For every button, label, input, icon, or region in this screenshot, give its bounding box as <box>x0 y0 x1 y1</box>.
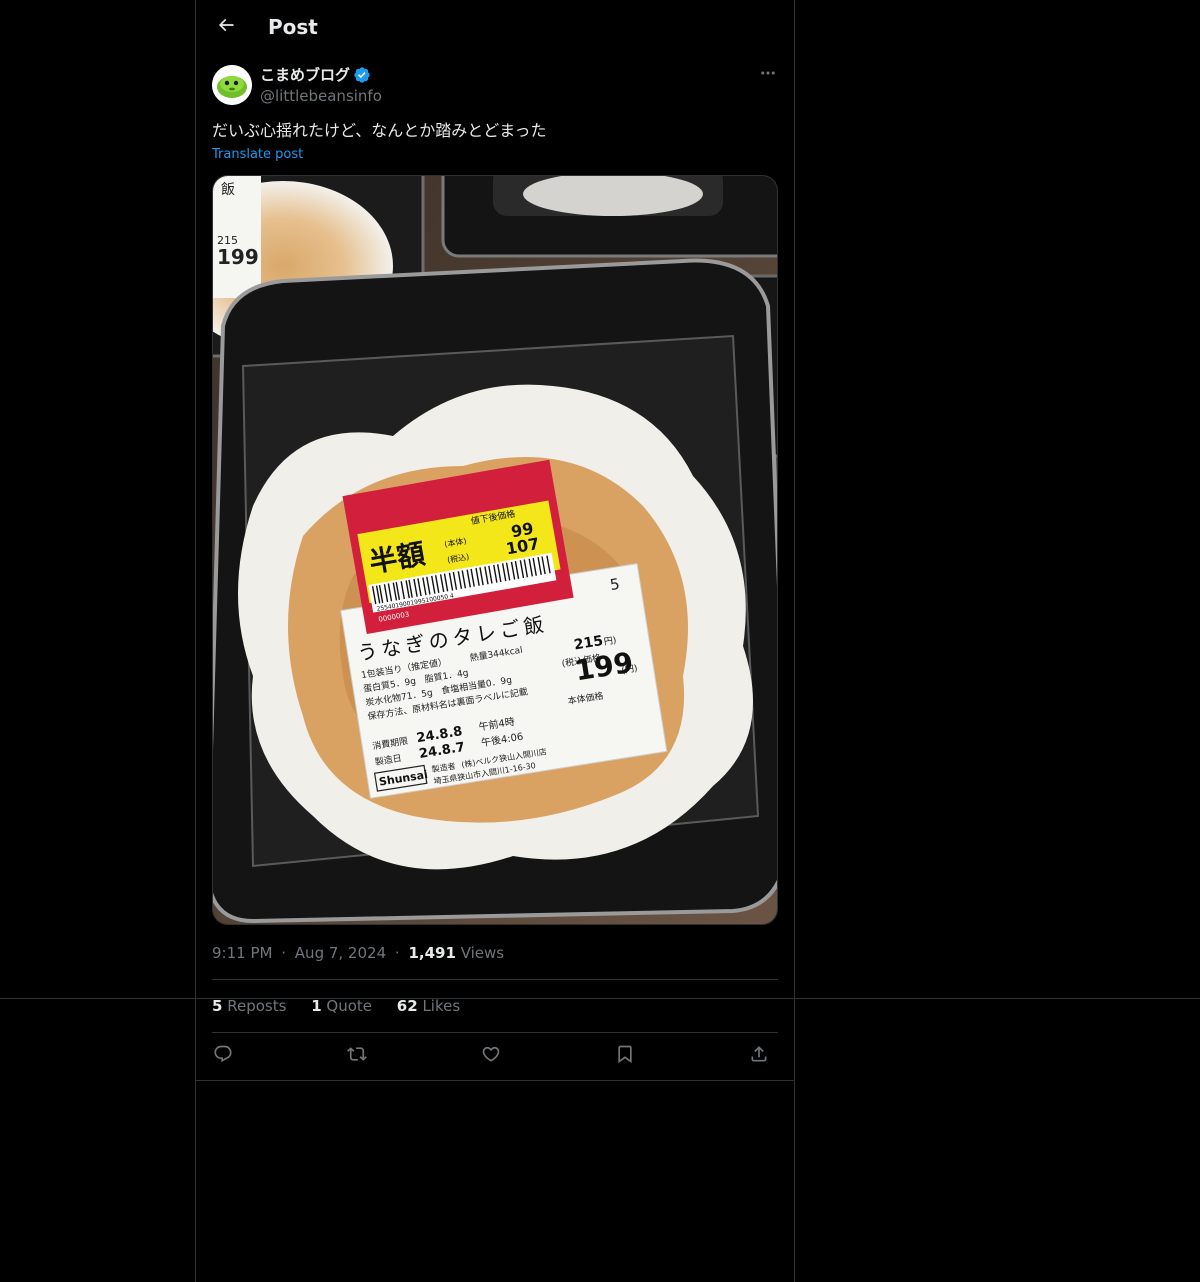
divider <box>212 979 778 980</box>
quotes-label: Quote <box>326 997 373 1015</box>
author-display-name: こまめブログ <box>260 66 351 84</box>
more-options-button[interactable] <box>756 65 780 85</box>
post-text: だいぶ心揺れたけど、なんとか踏みとどまった <box>212 121 547 140</box>
bookmark-button[interactable] <box>609 1040 641 1072</box>
rice-bowl-photo: 飯 215 199 5 うなぎのタレご飯 1包装当り（推定値） 熱量344kca… <box>213 176 777 924</box>
repost-icon <box>347 1044 367 1068</box>
share-icon <box>749 1044 769 1068</box>
views-label: Views <box>460 944 505 962</box>
more-dots-icon <box>759 64 777 86</box>
author-name[interactable]: こまめブログ <box>260 65 371 85</box>
reply-icon <box>213 1044 233 1068</box>
verified-badge-icon <box>353 66 371 84</box>
post-photo[interactable]: 飯 215 199 5 うなぎのタレご飯 1包装当り（推定値） 熱量344kca… <box>212 175 778 925</box>
views-count: 1,491 <box>408 944 456 962</box>
reposts-stat[interactable]: 5 Reposts <box>212 997 286 1015</box>
post-meta: 9:11 PM · Aug 7, 2024 · 1,491 Views <box>212 943 504 963</box>
reposts-count: 5 <box>212 997 223 1015</box>
back-button[interactable] <box>208 9 244 45</box>
post-time[interactable]: 9:11 PM <box>212 944 272 962</box>
like-button[interactable] <box>475 1040 507 1072</box>
meta-separator: · <box>281 944 287 962</box>
reposts-label: Reposts <box>227 997 287 1015</box>
likes-label: Likes <box>422 997 461 1015</box>
likes-count: 62 <box>396 997 418 1015</box>
meta-separator-2: · <box>394 944 400 962</box>
svg-text:199: 199 <box>217 245 259 269</box>
action-bar <box>212 1040 778 1072</box>
label-price-incl-unit: 円) <box>603 635 617 648</box>
bookmark-icon <box>615 1044 635 1068</box>
divider <box>212 1032 778 1033</box>
likes-stat[interactable]: 62 Likes <box>397 997 460 1015</box>
engagement-stats: 5 Reposts 1 Quote 62 Likes <box>212 996 480 1016</box>
quotes-stat[interactable]: 1 Quote <box>311 997 372 1015</box>
page-title: Post <box>268 15 318 39</box>
repost-button[interactable] <box>341 1040 373 1072</box>
post-column: Post こまめブログ @littlebeansinfo だいぶ心揺れたけど、な… <box>195 0 795 1282</box>
post-date[interactable]: Aug 7, 2024 <box>295 944 386 962</box>
green-bean-avatar <box>212 65 252 105</box>
share-button[interactable] <box>743 1040 775 1072</box>
reply-button[interactable] <box>207 1040 239 1072</box>
post-bottom-border <box>196 1080 794 1081</box>
avatar[interactable] <box>212 65 252 105</box>
like-icon <box>481 1044 501 1068</box>
author-handle[interactable]: @littlebeansinfo <box>260 86 382 106</box>
arrow-left-icon <box>216 15 236 39</box>
translate-post-link[interactable]: Translate post <box>212 146 303 164</box>
svg-text:飯: 飯 <box>221 181 235 198</box>
quotes-count: 1 <box>311 997 322 1015</box>
page-header: Post <box>196 0 794 54</box>
